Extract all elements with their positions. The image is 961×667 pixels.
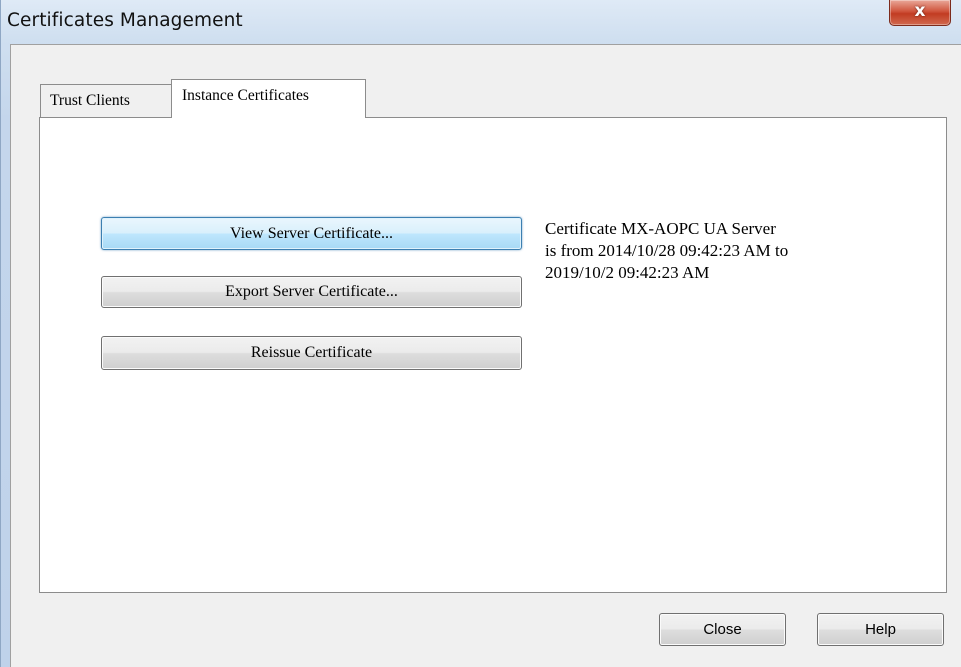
- certificate-info-line: is from 2014/10/28 09:42:23 AM to: [545, 241, 789, 260]
- close-button[interactable]: Close: [659, 613, 786, 646]
- title-bar[interactable]: Certificates Management x: [1, 0, 961, 44]
- window-title: Certificates Management: [7, 10, 243, 31]
- help-button[interactable]: Help: [817, 613, 944, 646]
- view-server-certificate-button[interactable]: View Server Certificate...: [101, 217, 522, 250]
- reissue-certificate-button[interactable]: Reissue Certificate: [101, 336, 522, 370]
- tab-instance-certificates[interactable]: Instance Certificates: [171, 79, 366, 118]
- window-close-button[interactable]: x: [889, 0, 951, 26]
- certificate-info-line: 2019/10/2 09:42:23 AM: [545, 263, 710, 282]
- export-server-certificate-button[interactable]: Export Server Certificate...: [101, 276, 522, 308]
- close-icon: x: [914, 1, 926, 21]
- tab-trust-clients[interactable]: Trust Clients: [40, 84, 173, 117]
- dialog-window: Certificates Management x Trust Clients …: [0, 0, 961, 667]
- tab-panel-instance-certificates: View Server Certificate... Export Server…: [39, 117, 947, 593]
- certificate-validity-text: Certificate MX-AOPC UA Server is from 20…: [545, 218, 925, 284]
- certificate-info-line: Certificate MX-AOPC UA Server: [545, 219, 776, 238]
- dialog-client-area: Trust Clients Instance Certificates View…: [10, 44, 961, 667]
